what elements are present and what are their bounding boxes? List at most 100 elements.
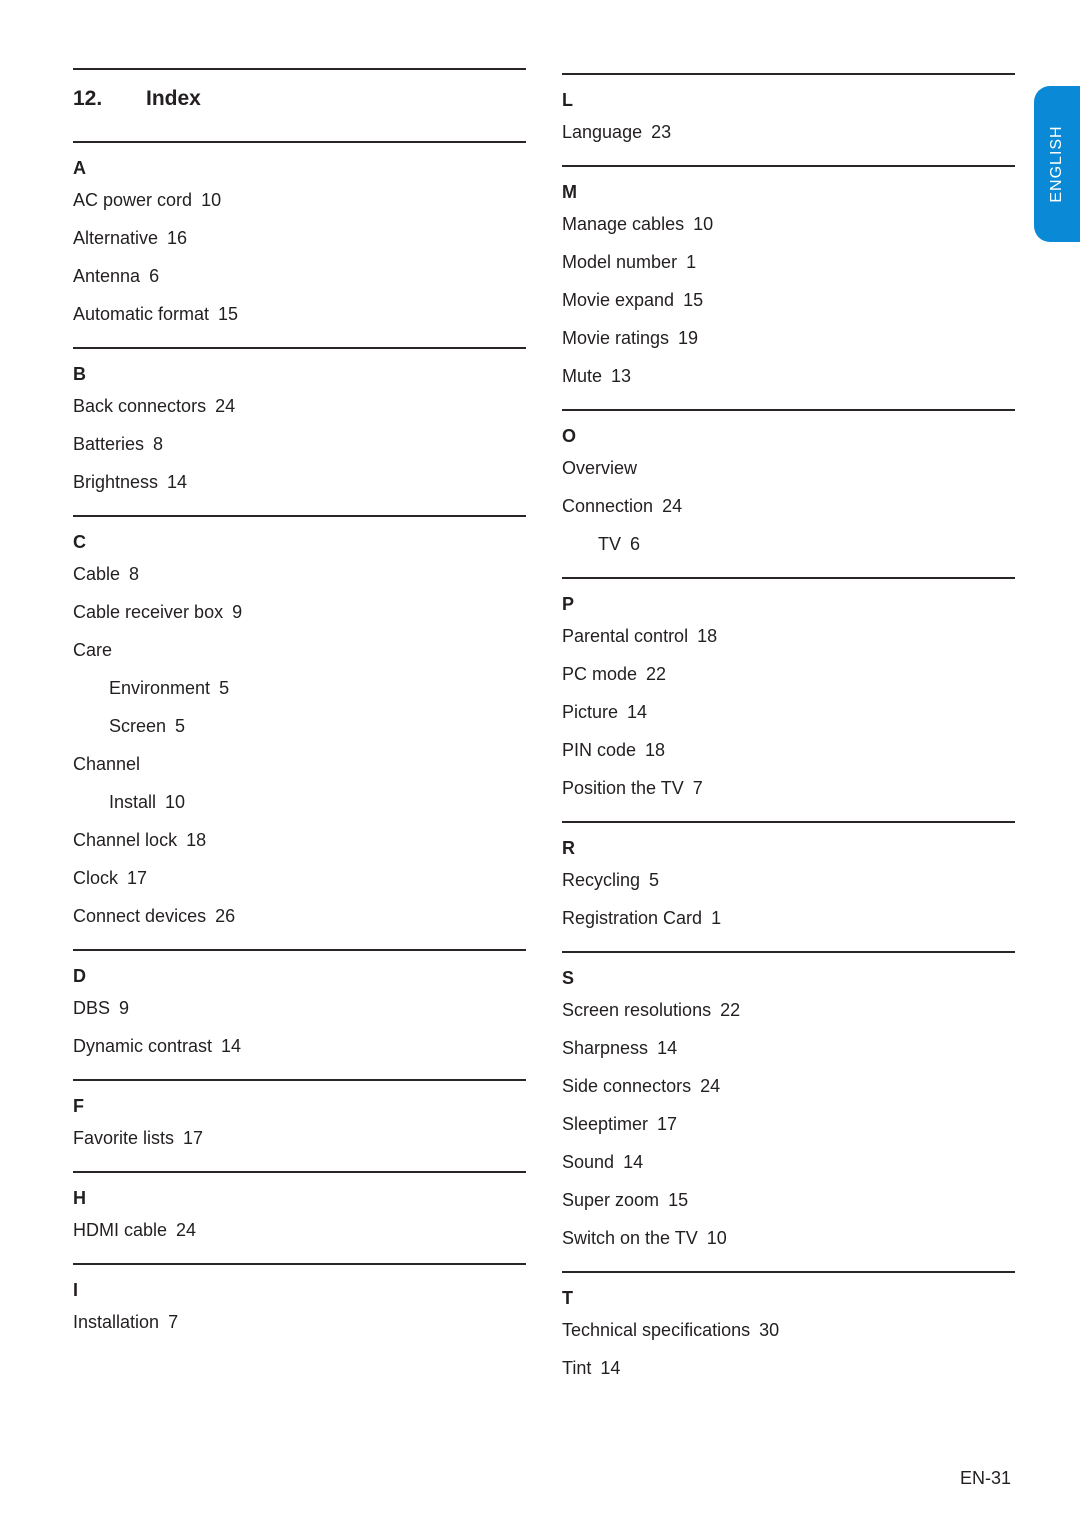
entry-term: Side connectors — [562, 1076, 692, 1096]
index-entry: PIN code 18 — [562, 731, 1015, 769]
index-section-m: M Manage cables 10 Model number 1 Movie expan… — [562, 165, 1015, 409]
entry-page-number: 8 — [129, 564, 140, 584]
divider — [73, 949, 526, 951]
index-entry: Model number 1 — [562, 243, 1015, 281]
entry-page-number: 15 — [668, 1190, 689, 1210]
entry-page-number: 24 — [176, 1220, 197, 1240]
index-section-t: T Technical specifications 30 Tint 14 — [562, 1271, 1015, 1401]
entry-page-number: 9 — [119, 998, 130, 1018]
index-subentry: Install 10 — [73, 783, 526, 821]
section-letter: B — [73, 364, 86, 384]
index-entry: PC mode 22 — [562, 655, 1015, 693]
index-entry: Manage cables 10 — [562, 205, 1015, 243]
index-entry: AC power cord 10 — [73, 181, 526, 219]
entry-term: Cable — [73, 564, 121, 584]
divider — [562, 165, 1015, 167]
entry-page-number: 10 — [706, 1228, 727, 1248]
entry-term: Dynamic contrast — [73, 1036, 213, 1056]
index-entry: DBS 9 — [73, 989, 526, 1027]
index-entry: Screen resolutions 22 — [562, 991, 1015, 1029]
entry-term: Connection — [562, 496, 654, 516]
entry-page-number: 17 — [183, 1128, 204, 1148]
section-letter: M — [562, 182, 577, 202]
index-section-s: S Screen resolutions 22 Sharpness 14 Side con… — [562, 951, 1015, 1271]
entry-term: Cable receiver box — [73, 602, 224, 622]
index-entry: Technical specifications 30 — [562, 1311, 1015, 1349]
index-section-f: F Favorite lists 17 — [73, 1079, 526, 1171]
section-letter: P — [562, 594, 575, 614]
entry-page-number: 14 — [657, 1038, 678, 1058]
entry-page-number: 14 — [167, 472, 188, 492]
index-section-r: R Recycling 5 Registration Card 1 — [562, 821, 1015, 951]
divider — [73, 347, 526, 349]
index-entry: Sharpness 14 — [562, 1029, 1015, 1067]
index-entry: Language 23 — [562, 113, 1015, 151]
divider — [73, 1171, 526, 1173]
entry-term: Mute — [562, 366, 603, 386]
index-entry: Picture 14 — [562, 693, 1015, 731]
index-entry: HDMI cable 24 — [73, 1211, 526, 1249]
divider — [562, 73, 1015, 75]
index-entry: Installation 7 — [73, 1303, 526, 1341]
divider — [562, 409, 1015, 411]
index-entry: Clock 17 — [73, 859, 526, 897]
entry-term: Screen resolutions — [562, 1000, 712, 1020]
entry-page-number: 14 — [623, 1152, 644, 1172]
entry-page-number: 26 — [215, 906, 236, 926]
entry-page-number: 10 — [201, 190, 222, 210]
index-entry: Super zoom 15 — [562, 1181, 1015, 1219]
entry-term: Channel — [73, 754, 141, 774]
entry-page-number: 5 — [175, 716, 186, 736]
entry-term: Overview — [562, 458, 638, 478]
section-letter: C — [73, 532, 86, 552]
section-letter: O — [562, 426, 577, 446]
section-letter: L — [562, 90, 573, 110]
index-entry: Position the TV 7 — [562, 769, 1015, 807]
entry-term: Picture — [562, 702, 619, 722]
entry-term: Parental control — [562, 626, 689, 646]
section-letter: S — [562, 968, 575, 988]
entry-term: Switch on the TV — [562, 1228, 698, 1248]
entry-page-number: 18 — [645, 740, 666, 760]
index-entry: Favorite lists 17 — [73, 1119, 526, 1157]
entry-page-number: 24 — [662, 496, 683, 516]
entry-term: TV — [598, 534, 622, 554]
entry-page-number: 17 — [127, 868, 148, 888]
entry-page-number: 18 — [186, 830, 207, 850]
entry-term: Manage cables — [562, 214, 685, 234]
entry-term: Tint — [562, 1358, 592, 1378]
entry-term: Model number — [562, 252, 678, 272]
entry-term: DBS — [73, 998, 111, 1018]
entry-page-number: 14 — [627, 702, 648, 722]
index-entry: Connect devices 26 — [73, 897, 526, 935]
entry-page-number: 16 — [167, 228, 188, 248]
entry-term: Antenna — [73, 266, 141, 286]
entry-term: Sleeptimer — [562, 1114, 649, 1134]
entry-term: Clock — [73, 868, 119, 888]
index-entry: Side connectors 24 — [562, 1067, 1015, 1105]
entry-term: Sound — [562, 1152, 615, 1172]
entry-page-number: 6 — [630, 534, 641, 554]
entry-page-number: 6 — [149, 266, 160, 286]
page-number: EN-31 — [960, 1468, 1012, 1488]
divider — [73, 1079, 526, 1081]
entry-page-number: 24 — [215, 396, 236, 416]
entry-page-number: 1 — [686, 252, 697, 272]
entry-term: Back connectors — [73, 396, 207, 416]
entry-term: Connect devices — [73, 906, 207, 926]
entry-term: Language — [562, 122, 643, 142]
entry-term: PC mode — [562, 664, 638, 684]
section-letter: F — [73, 1096, 84, 1116]
entry-term: PIN code — [562, 740, 637, 760]
section-letter: T — [562, 1288, 573, 1308]
index-section-p: P Parental control 18 PC mode 22 Picture 14 PIN… — [562, 577, 1015, 821]
index-entry: Sound 14 — [562, 1143, 1015, 1181]
divider — [73, 1263, 526, 1265]
entry-term: Environment — [109, 678, 211, 698]
chapter-number: 12. — [73, 87, 103, 110]
entry-page-number: 5 — [649, 870, 660, 890]
index-right-column: L Language 23 M Manage cables 10 Model number 1… — [562, 73, 1015, 1401]
divider — [562, 577, 1015, 579]
index-entry: Overview — [562, 449, 1015, 487]
index-subentry: Screen 5 — [73, 707, 526, 745]
